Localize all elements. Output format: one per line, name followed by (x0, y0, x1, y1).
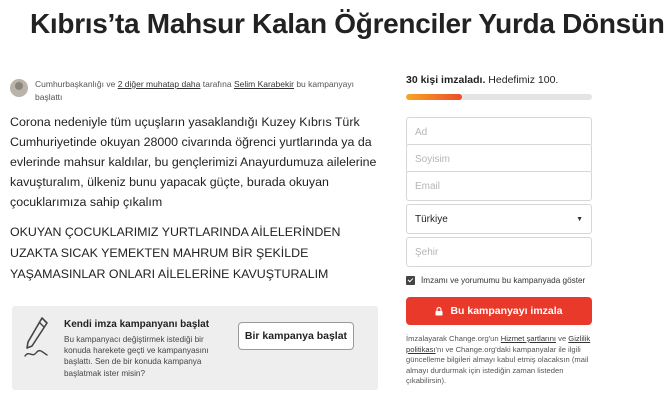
start-campaign-box: Kendi imza kampanyanı başlat Bu kampanya… (12, 306, 378, 390)
goal-text: Hedefimiz 100. (485, 74, 559, 86)
email-input[interactable]: Email (406, 171, 592, 201)
meta-text-part: Cumhurbaşkanlığı ve (35, 79, 118, 89)
progress-bar (406, 94, 592, 100)
start-campaign-title: Kendi imza kampanyanı başlat (64, 319, 210, 330)
start-campaign-button[interactable]: Bir kampanya başlat (238, 322, 354, 350)
consent-row: İmzamı ve yorumumu bu kampanyada göster (406, 276, 585, 285)
starter-link[interactable]: Selim Karabekir (234, 79, 294, 89)
signature-progress: 30 kişi imzaladı. Hedefimiz 100. (406, 74, 592, 100)
meta-text: Cumhurbaşkanlığı ve 2 diğer muhatap daha… (35, 78, 380, 104)
pen-icon (24, 317, 48, 357)
legal-text-part: İmzalayarak Change.org'un (406, 334, 501, 343)
country-select[interactable]: Türkiye ▼ (406, 204, 592, 234)
chevron-down-icon: ▼ (576, 215, 583, 223)
legal-text-part: ve (556, 334, 569, 343)
lock-icon (435, 306, 443, 315)
consent-label: İmzamı ve yorumumu bu kampanyada göster (421, 276, 586, 285)
sign-petition-label: Bu kampanyayı imzala (450, 305, 563, 317)
start-campaign-description: Bu kampanyacı değiştirmek istediği bir k… (64, 335, 209, 378)
petition-caps-text: OKUYAN ÇOCUKLARIMIZ YURTLARINDA AİLELERİ… (10, 225, 341, 281)
page-title: Kıbrıs’ta Mahsur Kalan Öğrenciler Yurda … (30, 8, 665, 39)
last-name-input[interactable]: Soyisim (406, 144, 592, 174)
legal-notice: İmzalayarak Change.org'un Hizmet şartlar… (406, 334, 596, 387)
terms-link[interactable]: Hizmet şartlarını (501, 334, 556, 343)
decision-makers-link[interactable]: 2 diğer muhatap daha (118, 79, 201, 89)
consent-checkbox[interactable] (406, 276, 415, 285)
country-select-value: Türkiye (415, 213, 448, 225)
meta-text-part: tarafına (200, 79, 234, 89)
progress-text: 30 kişi imzaladı. Hedefimiz 100. (406, 74, 592, 86)
petition-meta: Cumhurbaşkanlığı ve 2 diğer muhatap daha… (10, 78, 380, 104)
signed-count: 30 kişi imzaladı. (406, 74, 486, 86)
petition-description: Corona nedeniyle tüm uçuşların yasakland… (10, 115, 377, 209)
avatar[interactable] (10, 79, 28, 97)
first-name-input[interactable]: Ad (406, 117, 592, 147)
city-input[interactable]: Şehir (406, 237, 592, 267)
progress-bar-fill (406, 94, 462, 100)
sign-petition-button[interactable]: Bu kampanyayı imzala (406, 297, 592, 325)
